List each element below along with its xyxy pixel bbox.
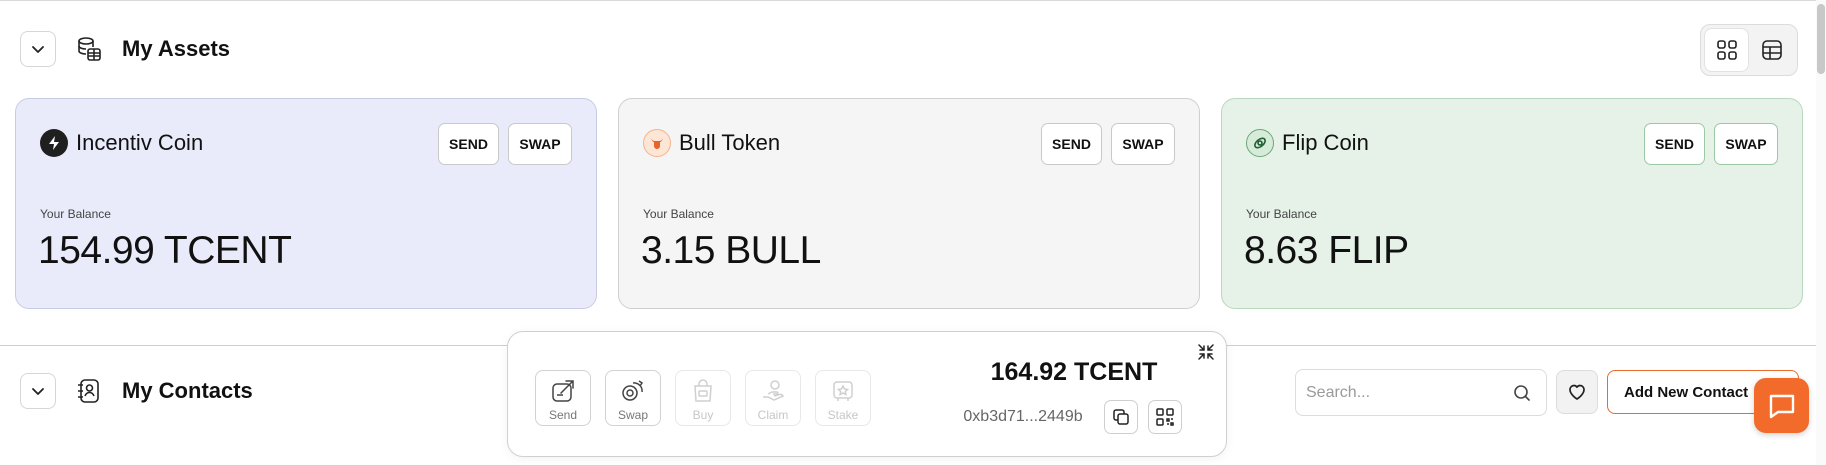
contact-search-box xyxy=(1295,369,1547,416)
chat-support-button[interactable] xyxy=(1754,378,1809,433)
asset-card-bull: Bull Token SEND SWAP Your Balance 3.15 B… xyxy=(618,98,1200,309)
flip-coin-icon xyxy=(1246,129,1274,157)
top-border xyxy=(0,0,1826,1)
wallet-panel: Send Swap Buy Claim Stake 164.92 TCENT 0… xyxy=(507,331,1227,457)
minimize-icon xyxy=(1198,344,1214,360)
swap-icon xyxy=(622,380,644,401)
balance-label: Your Balance xyxy=(643,207,714,221)
chevron-down-icon xyxy=(32,46,44,53)
wallet-action-label: Swap xyxy=(617,408,649,422)
wallet-stake-button[interactable]: Stake xyxy=(815,370,871,426)
contacts-collapse-button[interactable] xyxy=(20,373,56,409)
wallet-swap-button[interactable]: Swap xyxy=(605,370,661,426)
grid-icon xyxy=(1716,40,1737,60)
scrollbar-thumb[interactable] xyxy=(1817,4,1825,74)
asset-card-incentiv: Incentiv Coin SEND SWAP Your Balance 154… xyxy=(15,98,597,309)
bull-token-icon xyxy=(643,129,671,157)
wallet-action-label: Claim xyxy=(757,408,789,422)
wallet-send-button[interactable]: Send xyxy=(535,370,591,426)
table-icon xyxy=(1761,40,1782,60)
grid-view-button[interactable] xyxy=(1704,28,1749,72)
qr-code-icon xyxy=(1156,408,1174,426)
send-button[interactable]: SEND xyxy=(438,123,499,165)
search-icon[interactable] xyxy=(1512,383,1532,403)
coin-name: Bull Token xyxy=(679,130,781,155)
shopping-bag-icon xyxy=(694,379,712,402)
chat-bubble-icon xyxy=(1769,394,1794,418)
send-button[interactable]: SEND xyxy=(1041,123,1102,165)
heart-icon xyxy=(1569,384,1585,400)
balance-value: 3.15 BULL xyxy=(641,229,821,272)
assets-title: My Assets xyxy=(122,36,231,61)
wallet-action-label: Send xyxy=(548,408,578,422)
assets-collapse-button[interactable] xyxy=(20,31,56,67)
qr-code-button[interactable] xyxy=(1148,400,1182,434)
favorites-button[interactable] xyxy=(1556,370,1598,414)
wallet-action-label: Buy xyxy=(692,408,714,422)
asset-card-flip: Flip Coin SEND SWAP Your Balance 8.63 FL… xyxy=(1221,98,1803,309)
stake-icon xyxy=(833,381,853,401)
view-toggle xyxy=(1700,24,1798,76)
balance-label: Your Balance xyxy=(1246,207,1317,221)
coin-name: Flip Coin xyxy=(1282,130,1369,155)
assets-header: My Assets xyxy=(20,31,230,67)
wallet-claim-button[interactable]: Claim xyxy=(745,370,801,426)
table-view-button[interactable] xyxy=(1749,28,1794,72)
contacts-title: My Contacts xyxy=(122,378,253,403)
coin-name: Incentiv Coin xyxy=(76,130,204,155)
copy-icon xyxy=(1113,409,1129,425)
incentiv-coin-icon xyxy=(40,129,68,157)
swap-button[interactable]: SWAP xyxy=(508,123,572,165)
balance-label: Your Balance xyxy=(40,207,111,221)
contact-book-icon xyxy=(74,376,104,406)
contacts-header: My Contacts xyxy=(20,373,253,409)
wallet-address: 0xb3d71...2449b xyxy=(963,408,1083,425)
wallet-balance: 164.92 TCENT xyxy=(990,358,1158,386)
balance-value: 154.99 TCENT xyxy=(38,229,292,272)
chevron-down-icon xyxy=(32,388,44,395)
contact-search-input[interactable] xyxy=(1306,383,1506,402)
coins-stack-icon xyxy=(74,34,104,64)
wallet-buy-button[interactable]: Buy xyxy=(675,370,731,426)
swap-button[interactable]: SWAP xyxy=(1111,123,1175,165)
copy-address-button[interactable] xyxy=(1104,400,1138,434)
claim-hand-icon xyxy=(763,380,785,401)
swap-button[interactable]: SWAP xyxy=(1714,123,1778,165)
send-button[interactable]: SEND xyxy=(1644,123,1705,165)
balance-value: 8.63 FLIP xyxy=(1244,229,1409,272)
minimize-wallet-button[interactable] xyxy=(1196,342,1216,362)
wallet-action-label: Stake xyxy=(827,408,859,422)
send-icon xyxy=(552,380,574,402)
scrollbar[interactable] xyxy=(1816,0,1826,465)
